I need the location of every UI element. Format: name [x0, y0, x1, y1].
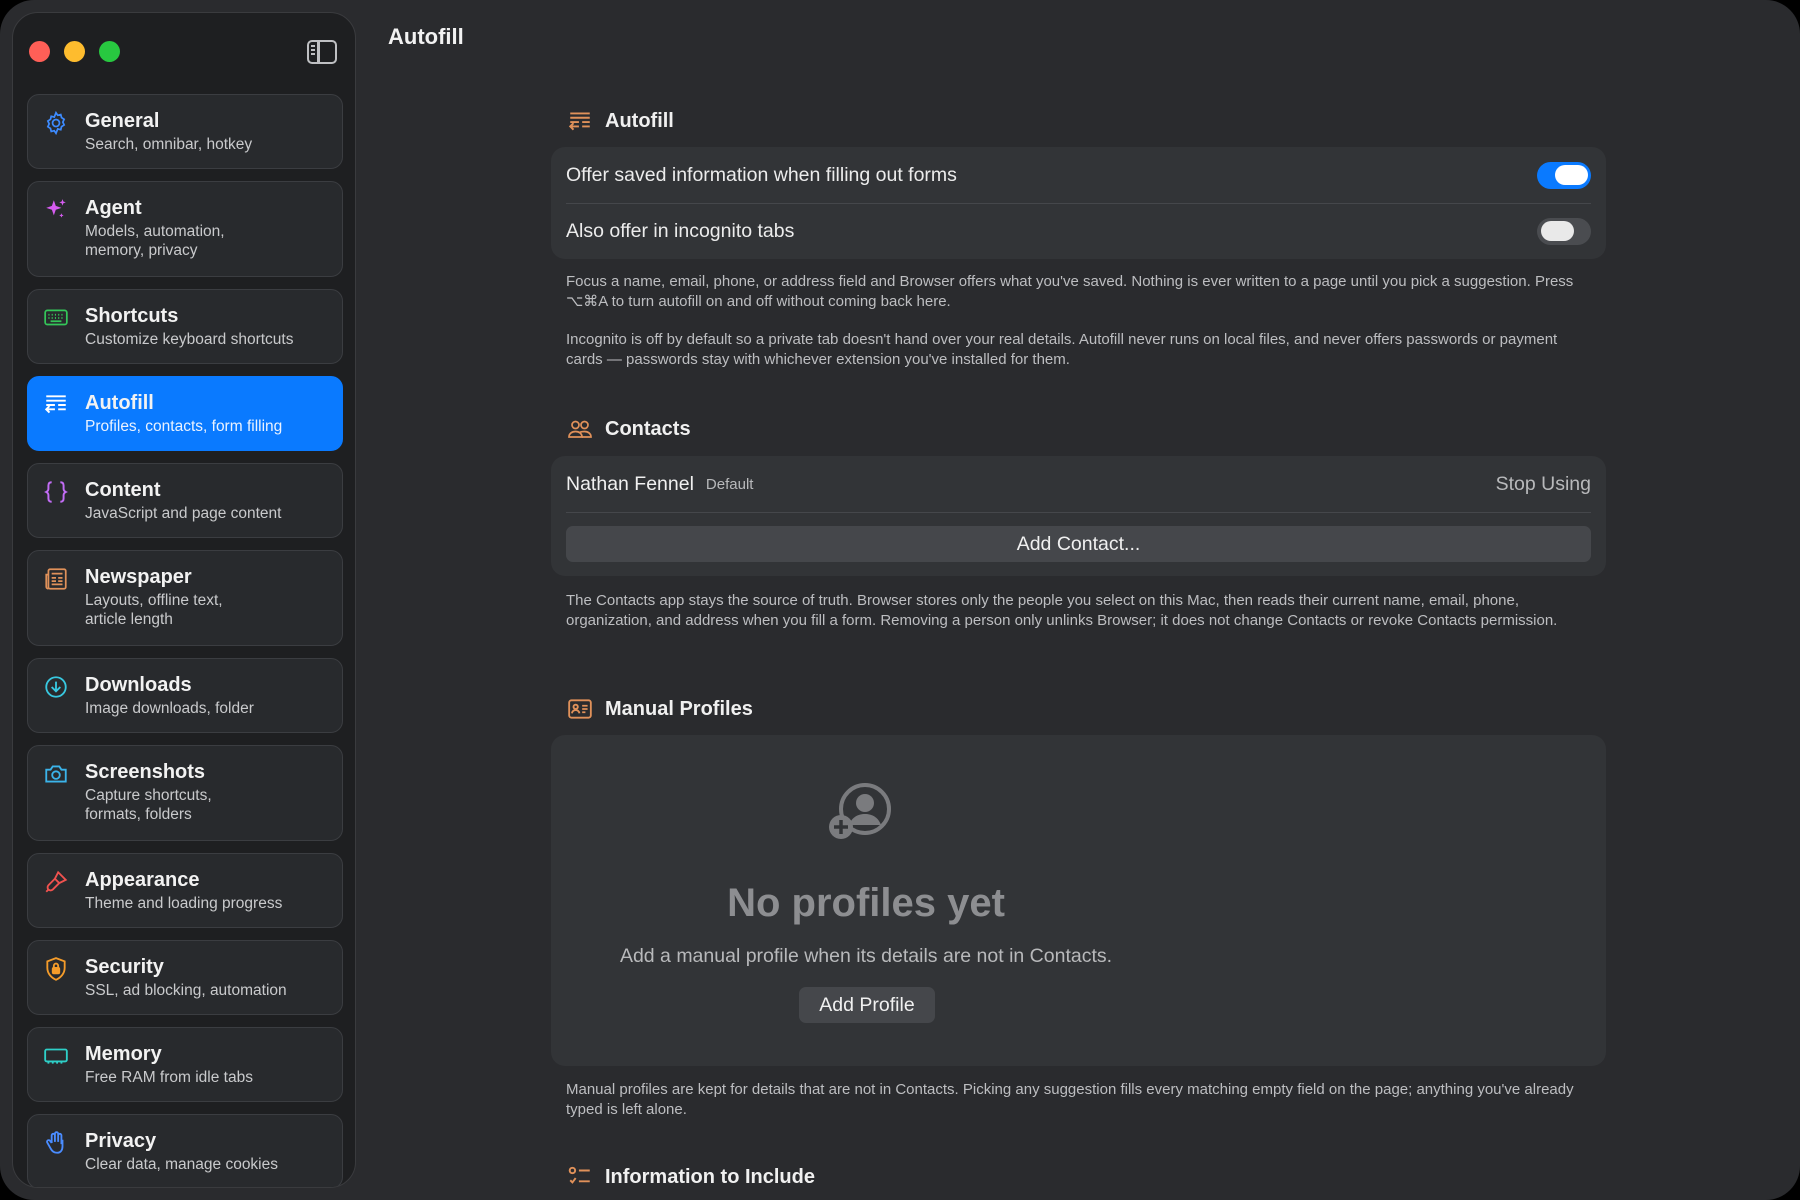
manual-profiles-help-paragraph: Manual profiles are kept for details tha… [566, 1081, 1574, 1118]
divider [566, 512, 1591, 513]
download-icon [45, 676, 67, 698]
contacts-help-text: The Contacts app stays the source of tru… [566, 591, 1596, 630]
sidebar: General Search, omnibar, hotkey Agent Mo… [12, 12, 356, 1188]
autofill-icon [568, 112, 590, 131]
autofill-help-text: Focus a name, email, phone, or address f… [566, 272, 1596, 369]
sidebar-item-sublabel: Profiles, contacts, form filling [85, 418, 283, 435]
sidebar-item-label: Downloads [85, 674, 192, 696]
keyboard-icon [44, 309, 68, 326]
sidebar-item-sublabel: Search, omnibar, hotkey [85, 136, 253, 153]
autofill-help-paragraph: Focus a name, email, phone, or address f… [566, 273, 1574, 310]
default-badge: Default [705, 475, 754, 493]
lock-shield-icon [46, 957, 66, 981]
section-title: Autofill [605, 109, 674, 132]
sidebar-item-sublabel: Theme and loading progress [85, 895, 283, 912]
sparkles-icon [46, 199, 66, 218]
sidebar-item-downloads[interactable]: Downloads Image downloads, folder [27, 658, 343, 733]
sidebar-item-content[interactable]: Content JavaScript and page content [27, 463, 343, 538]
sidebar-item-shortcuts[interactable]: Shortcuts Customize keyboard shortcuts [27, 289, 343, 364]
contacts-section-header: Contacts [567, 416, 691, 442]
sidebar-item-sublabel: Models, automation, memory, privacy [85, 223, 225, 259]
sidebar-item-sublabel: Capture shortcuts, formats, folders [85, 787, 212, 823]
people-icon [568, 420, 592, 438]
sidebar-item-sublabel: Clear data, manage cookies [85, 1156, 279, 1173]
sidebar-item-privacy[interactable]: Privacy Clear data, manage cookies [27, 1114, 343, 1187]
close-window-button[interactable] [29, 41, 50, 62]
braces-icon [44, 481, 68, 503]
add-profile-button[interactable]: Add Profile [799, 987, 935, 1023]
sidebar-item-sublabel: SSL, ad blocking, automation [85, 982, 287, 999]
newspaper-icon [45, 568, 67, 590]
checklist-icon [568, 1166, 590, 1184]
sidebar-item-general[interactable]: General Search, omnibar, hotkey [27, 94, 343, 169]
sidebar-item-autofill[interactable]: Autofill Profiles, contacts, form fillin… [27, 376, 343, 451]
autofill-icon [44, 395, 66, 414]
contact-name: Nathan Fennel [566, 472, 694, 495]
autofill-help-paragraph: Incognito is off by default so a private… [566, 331, 1558, 368]
sidebar-item-label: Memory [85, 1043, 162, 1065]
page-title: Autofill [388, 24, 464, 49]
camera-icon [45, 765, 67, 783]
offer-saved-info-toggle[interactable] [1537, 161, 1591, 189]
information-to-include-section-header: Information to Include [567, 1164, 815, 1190]
contact-row: Nathan Fennel Default Stop Using [551, 456, 1606, 512]
zoom-window-button[interactable] [99, 41, 120, 62]
sidebar-item-label: Agent [85, 197, 142, 219]
sidebar-item-sublabel: Image downloads, folder [85, 700, 254, 717]
offer-saved-info-label: Offer saved information when filling out… [566, 163, 957, 186]
add-person-icon [829, 783, 891, 839]
sidebar-item-sublabel: JavaScript and page content [85, 505, 282, 522]
manual-profiles-card: No profiles yet Add a manual profile whe… [551, 735, 1606, 1066]
gear-icon [46, 110, 66, 136]
section-title: Manual Profiles [605, 697, 753, 720]
sidebar-item-label: Privacy [85, 1130, 157, 1152]
sidebar-toggle-icon[interactable] [307, 40, 337, 64]
window-controls [29, 41, 120, 62]
sidebar-item-label: Appearance [85, 869, 200, 891]
sidebar-item-agent[interactable]: Agent Models, automation, memory, privac… [27, 181, 343, 277]
id-card-icon [568, 699, 592, 719]
sidebar-item-memory[interactable]: Memory Free RAM from idle tabs [27, 1027, 343, 1102]
contacts-card: Nathan Fennel Default Stop Using Add Con… [551, 456, 1606, 576]
incognito-label: Also offer in incognito tabs [566, 219, 795, 242]
sidebar-item-label: Shortcuts [85, 305, 179, 327]
sidebar-item-label: Screenshots [85, 761, 206, 783]
autofill-section-header: Autofill [567, 108, 674, 134]
sidebar-item-label: Autofill [85, 392, 154, 414]
empty-state-title: No profiles yet [727, 881, 1005, 925]
sidebar-item-sublabel: Customize keyboard shortcuts [85, 331, 294, 348]
sidebar-item-label: Security [85, 956, 164, 978]
sidebar-nav: General Search, omnibar, hotkey Agent Mo… [27, 94, 343, 1187]
sidebar-item-newspaper[interactable]: Newspaper Layouts, offline text, article… [27, 550, 343, 646]
contacts-help-paragraph: The Contacts app stays the source of tru… [566, 592, 1558, 629]
minimize-window-button[interactable] [64, 41, 85, 62]
autofill-settings-card: Offer saved information when filling out… [551, 147, 1606, 259]
hand-icon [46, 1131, 64, 1154]
offer-saved-info-row: Offer saved information when filling out… [551, 147, 1606, 203]
sidebar-item-label: General [85, 110, 160, 132]
incognito-toggle[interactable] [1537, 217, 1591, 245]
paintbrush-icon [45, 870, 68, 893]
memory-chip-icon [44, 1048, 68, 1064]
settings-window: General Search, omnibar, hotkey Agent Mo… [0, 0, 1800, 1200]
sidebar-item-security[interactable]: Security SSL, ad blocking, automation [27, 940, 343, 1015]
sidebar-item-appearance[interactable]: Appearance Theme and loading progress [27, 853, 343, 928]
section-title: Contacts [605, 417, 691, 440]
manual-profiles-section-header: Manual Profiles [567, 696, 753, 722]
sidebar-item-label: Content [85, 479, 161, 501]
empty-state-subtitle: Add a manual profile when its details ar… [619, 945, 1113, 967]
stop-using-button[interactable]: Stop Using [1496, 473, 1591, 496]
sidebar-item-label: Newspaper [85, 566, 192, 588]
section-title: Information to Include [605, 1165, 815, 1188]
sidebar-item-sublabel: Layouts, offline text, article length [85, 592, 223, 628]
manual-profiles-help-text: Manual profiles are kept for details tha… [566, 1080, 1596, 1119]
add-contact-button[interactable]: Add Contact... [566, 526, 1591, 562]
sidebar-item-sublabel: Free RAM from idle tabs [85, 1069, 253, 1086]
sidebar-item-screenshots[interactable]: Screenshots Capture shortcuts, formats, … [27, 745, 343, 841]
incognito-row: Also offer in incognito tabs [551, 203, 1606, 259]
